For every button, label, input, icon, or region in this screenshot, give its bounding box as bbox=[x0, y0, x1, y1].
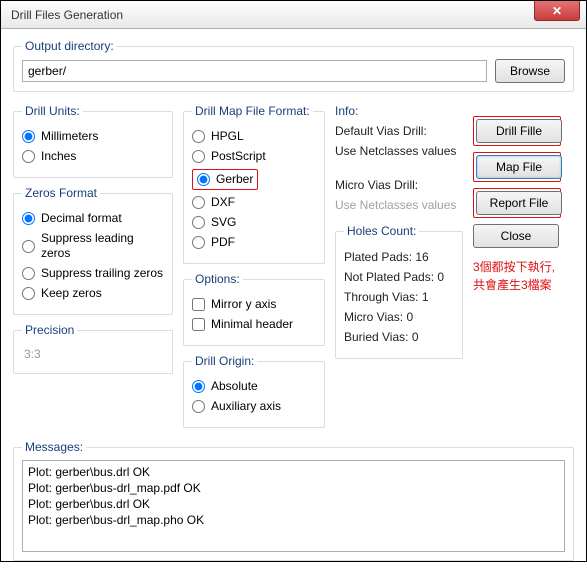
buried-vias: Buried Vias: 0 bbox=[344, 330, 454, 344]
map-file-highlight: Map File bbox=[473, 152, 561, 182]
close-icon: ✕ bbox=[552, 4, 562, 18]
browse-button[interactable]: Browse bbox=[495, 59, 565, 83]
use-netclasses-2: Use Netclasses values bbox=[335, 198, 463, 212]
drill-origin-group: Drill Origin: Absolute Auxiliary axis bbox=[183, 354, 325, 428]
radio-suppress-leading[interactable]: Suppress leading zeros bbox=[22, 231, 164, 261]
zeros-format-group: Zeros Format Decimal format Suppress lea… bbox=[13, 186, 173, 315]
report-file-button[interactable]: Report File bbox=[476, 191, 562, 215]
radio-pdf[interactable]: PDF bbox=[192, 235, 316, 250]
radio-svg[interactable]: SVG bbox=[192, 215, 316, 230]
annotation-line2: 共會產生3檔案 bbox=[473, 276, 561, 294]
not-plated-pads: Not Plated Pads: 0 bbox=[344, 270, 454, 284]
radio-keep-zeros[interactable]: Keep zeros bbox=[22, 286, 164, 301]
annotation-text: 3個都按下執行, 共會產生3檔案 bbox=[473, 258, 561, 294]
holes-count-group: Holes Count: Plated Pads: 16 Not Plated … bbox=[335, 224, 463, 359]
info-legend: Info: bbox=[335, 104, 463, 118]
radio-millimeters[interactable]: Millimeters bbox=[22, 129, 164, 144]
gerber-highlight-box: Gerber bbox=[192, 169, 258, 190]
window-title: Drill Files Generation bbox=[11, 8, 123, 22]
drill-map-format-legend: Drill Map File Format: bbox=[192, 104, 313, 118]
drill-origin-legend: Drill Origin: bbox=[192, 354, 257, 368]
radio-suppress-trailing[interactable]: Suppress trailing zeros bbox=[22, 266, 164, 281]
micro-vias-label: Micro Vias Drill: bbox=[335, 178, 463, 192]
options-legend: Options: bbox=[192, 272, 243, 286]
output-directory-input[interactable] bbox=[22, 60, 487, 82]
radio-inches[interactable]: Inches bbox=[22, 149, 164, 164]
check-mirror-y[interactable]: Mirror y axis bbox=[192, 297, 316, 312]
messages-box[interactable]: Plot: gerber\bus.drl OK Plot: gerber\bus… bbox=[22, 460, 565, 552]
check-minimal-header[interactable]: Minimal header bbox=[192, 317, 316, 332]
options-group: Options: Mirror y axis Minimal header bbox=[183, 272, 325, 346]
close-button[interactable]: Close bbox=[473, 224, 559, 248]
precision-legend: Precision bbox=[22, 323, 77, 337]
radio-hpgl[interactable]: HPGL bbox=[192, 129, 316, 144]
precision-value: 3:3 bbox=[22, 343, 164, 365]
precision-group: Precision 3:3 bbox=[13, 323, 173, 374]
map-file-button[interactable]: Map File bbox=[476, 155, 562, 179]
output-directory-legend: Output directory: bbox=[22, 39, 117, 53]
drill-units-legend: Drill Units: bbox=[22, 104, 83, 118]
default-vias-label: Default Vias Drill: bbox=[335, 124, 463, 138]
title-bar: Drill Files Generation ✕ bbox=[1, 1, 586, 29]
radio-decimal-format[interactable]: Decimal format bbox=[22, 211, 164, 226]
drill-file-button[interactable]: Drill Fille bbox=[476, 119, 562, 143]
holes-count-legend: Holes Count: bbox=[344, 224, 419, 238]
radio-dxf[interactable]: DXF bbox=[192, 195, 316, 210]
radio-auxiliary-axis[interactable]: Auxiliary axis bbox=[192, 399, 316, 414]
message-line: Plot: gerber\bus.drl OK bbox=[28, 464, 559, 480]
message-line: Plot: gerber\bus.drl OK bbox=[28, 496, 559, 512]
drill-map-format-group: Drill Map File Format: HPGL PostScript G… bbox=[183, 104, 325, 264]
annotation-line1: 3個都按下執行, bbox=[473, 258, 561, 276]
radio-gerber[interactable]: Gerber bbox=[197, 172, 253, 187]
through-vias: Through Vias: 1 bbox=[344, 290, 454, 304]
use-netclasses-1: Use Netclasses values bbox=[335, 144, 463, 158]
radio-absolute[interactable]: Absolute bbox=[192, 379, 316, 394]
messages-legend: Messages: bbox=[22, 440, 86, 454]
message-line: Plot: gerber\bus-drl_map.pdf OK bbox=[28, 480, 559, 496]
dialog-content: Output directory: Browse Drill Units: Mi… bbox=[1, 29, 586, 581]
report-file-highlight: Report File bbox=[473, 188, 561, 218]
radio-postscript[interactable]: PostScript bbox=[192, 149, 316, 164]
drill-units-group: Drill Units: Millimeters Inches bbox=[13, 104, 173, 178]
messages-group: Messages: Plot: gerber\bus.drl OK Plot: … bbox=[13, 440, 574, 561]
window-close-button[interactable]: ✕ bbox=[534, 1, 580, 21]
micro-vias: Micro Vias: 0 bbox=[344, 310, 454, 324]
plated-pads: Plated Pads: 16 bbox=[344, 250, 454, 264]
zeros-format-legend: Zeros Format bbox=[22, 186, 100, 200]
drill-file-highlight: Drill Fille bbox=[473, 116, 561, 146]
output-directory-group: Output directory: Browse bbox=[13, 39, 574, 92]
message-line: Plot: gerber\bus-drl_map.pho OK bbox=[28, 512, 559, 528]
